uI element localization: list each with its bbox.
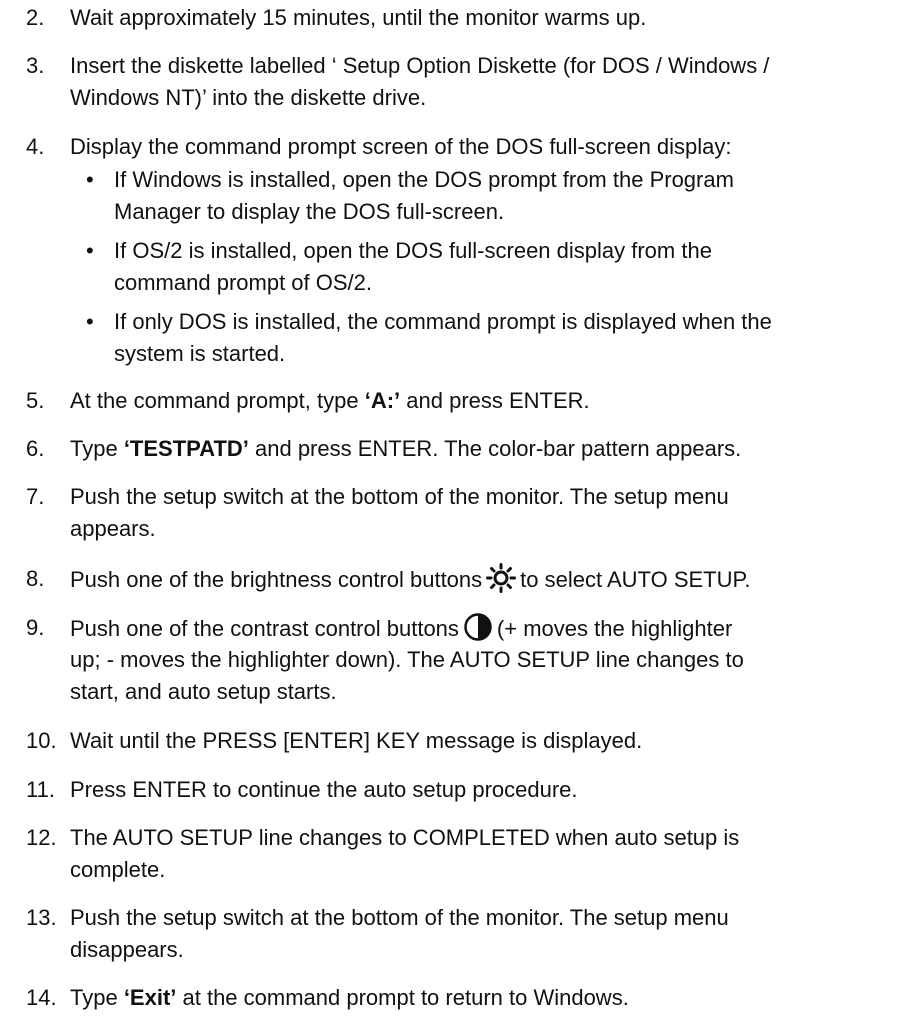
command-text: ‘A:’ [364,388,401,413]
bullet-text: Manager to display the DOS full-screen. [114,199,505,224]
step-number: 9. [26,615,45,640]
step-text-part: and press ENTER. The color-bar pattern a… [248,436,742,461]
step-text-part: At the command prompt, type [70,388,365,413]
step-text: The AUTO SETUP line changes to COMPLETED… [70,825,740,850]
step-text: start, and auto setup starts. [70,679,337,704]
step-text: up; - moves the highlighter down). The A… [70,647,744,672]
step-text: Type ‘Exit’ at the command prompt to ret… [70,982,920,1014]
step-number: 6. [26,436,45,461]
step-text-part: Type [70,985,124,1010]
step-text-part: at the command prompt to return to Windo… [176,985,629,1010]
step-text: Push the setup switch at the bottom of t… [70,484,729,509]
step-number: 7. [26,484,45,509]
step-text: Wait until the PRESS [ENTER] KEY message… [70,728,643,753]
bullet-icon: • [86,309,94,334]
bullet-text: If Windows is installed, open the DOS pr… [114,167,734,192]
instruction-page: 2. Wait approximately 15 minutes, until … [0,0,923,1019]
step-text: Insert the diskette labelled ‘ Setup Opt… [70,53,770,78]
bullet-text: system is started. [114,341,286,366]
step-text-part: and press ENTER. [400,388,590,413]
bullet-icon: • [86,238,94,263]
step-number: 10. [26,728,57,753]
step-number: 8. [26,566,45,591]
step-number: 2. [26,5,45,30]
step-text-part: Push one of the brightness control butto… [70,567,483,592]
step-text: Wait approximately 15 minutes, until the… [70,5,647,30]
command-text: ‘TESTPATD’ [123,436,249,461]
step-number: 14. [26,985,57,1010]
step-text: appears. [70,516,156,541]
step-text: Press ENTER to continue the auto setup p… [70,777,578,802]
step-text-part: Type [70,436,124,461]
step-text: disappears. [70,937,184,962]
step-text: Display the command prompt screen of the… [70,134,732,159]
step-text: complete. [70,857,166,882]
step-text: Push the setup switch at the bottom of t… [70,905,729,930]
bullet-icon: • [86,167,94,192]
step-text: At the command prompt, type ‘A:’ and pre… [70,385,920,417]
step-text-part: to select AUTO SETUP. [520,567,751,592]
step-number: 5. [26,388,45,413]
step-number: 3. [26,53,45,78]
step-text: Push one of the brightness control butto… [70,563,920,602]
step-number: 13. [26,905,57,930]
brightness-icon [486,563,517,602]
step-text-part: Push one of the contrast control buttons [70,616,459,641]
step-text-part: (+ moves the highlighter [496,616,733,641]
command-text: ‘Exit’ [123,985,177,1010]
step-number: 4. [26,134,45,159]
bullet-text: If only DOS is installed, the command pr… [114,309,772,334]
step-text: Windows NT)’ into the diskette drive. [70,85,427,110]
bullet-text: command prompt of OS/2. [114,270,372,295]
step-number: 11. [26,777,55,802]
step-number: 12. [26,825,57,850]
bullet-text: If OS/2 is installed, open the DOS full-… [114,238,712,263]
step-text: Type ‘TESTPATD’ and press ENTER. The col… [70,433,920,465]
